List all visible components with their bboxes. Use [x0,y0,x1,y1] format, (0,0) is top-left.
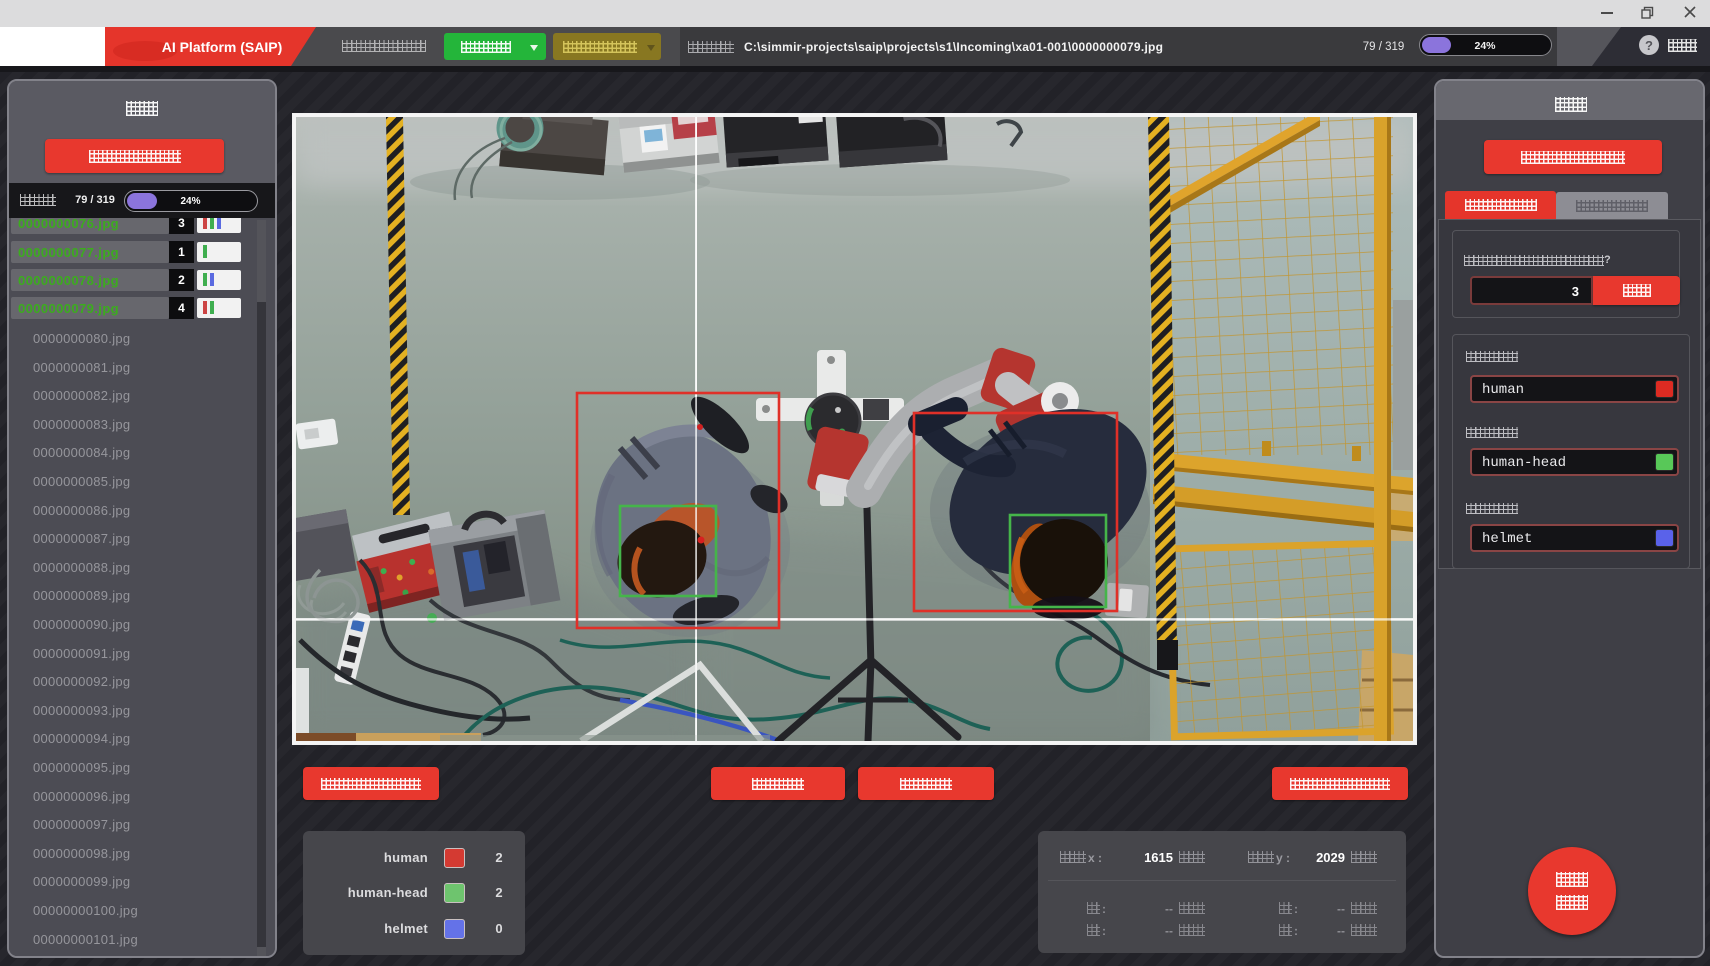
svg-text:?: ? [1645,38,1653,53]
